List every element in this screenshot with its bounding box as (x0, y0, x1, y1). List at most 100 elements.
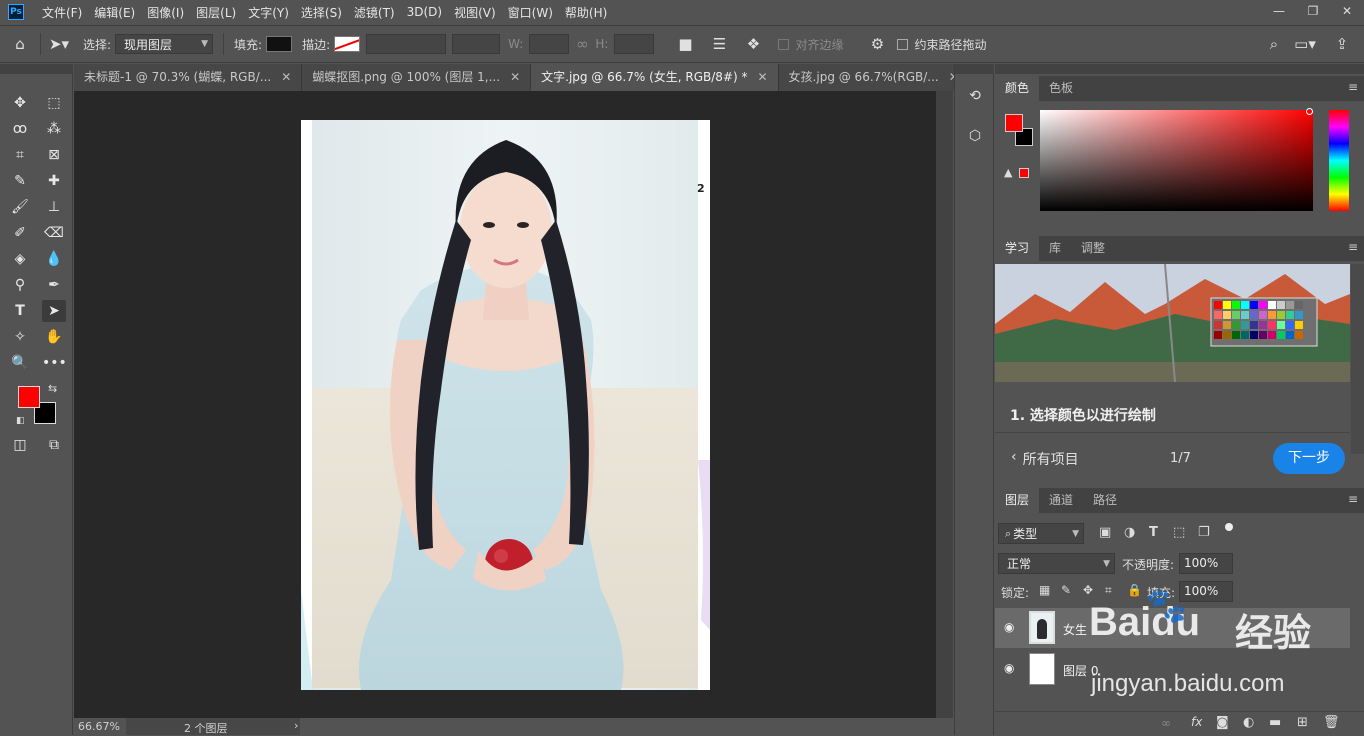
lock-position-icon[interactable]: ✥ (1083, 583, 1093, 597)
move-tool-icon[interactable]: ✥ (8, 92, 32, 114)
minimize-button[interactable]: — (1262, 0, 1296, 22)
fill-input[interactable]: 100% (1179, 581, 1233, 602)
document-canvas[interactable]: 2 (301, 120, 710, 690)
path-operations-icon[interactable]: ■ (668, 35, 702, 53)
panel-grip[interactable] (995, 64, 1364, 74)
close-icon[interactable]: ✕ (281, 64, 291, 91)
learn-scrollbar[interactable] (1351, 264, 1364, 454)
menu-view[interactable]: 视图(V) (448, 4, 502, 21)
adjustment-layer-icon[interactable]: ◐ (1243, 715, 1254, 730)
tab-libraries[interactable]: 库 (1039, 236, 1071, 261)
close-window-button[interactable]: ✕ (1330, 0, 1364, 22)
3d-icon[interactable]: ⬡ (965, 128, 985, 148)
search-icon[interactable]: ⌕ (1262, 35, 1286, 53)
add-mask-icon[interactable]: ◙ (1216, 715, 1229, 730)
share-icon[interactable]: ⇪ (1328, 35, 1356, 53)
screen-mode-icon[interactable]: ⧉ (42, 434, 66, 456)
stroke-width-input[interactable] (366, 34, 447, 54)
type-tool-icon[interactable]: T (8, 300, 32, 322)
lock-transparent-icon[interactable]: ▦ (1039, 583, 1050, 597)
constrain-path-checkbox[interactable] (897, 38, 909, 50)
menu-help[interactable]: 帮助(H) (559, 4, 613, 21)
link-icon[interactable]: ∞ (569, 35, 595, 53)
marquee-tool-icon[interactable]: ⬚ (42, 92, 66, 114)
color-field[interactable] (1040, 110, 1313, 211)
healing-brush-tool-icon[interactable]: ✚ (42, 170, 66, 192)
tab-girl-jpg[interactable]: 女孩.jpg @ 66.7%(RGB/...✕ (778, 64, 970, 91)
swap-colors-icon[interactable]: ⇆ (48, 382, 57, 395)
quick-mask-icon[interactable]: ◫ (8, 434, 32, 456)
width-input[interactable] (529, 34, 570, 54)
frame-tool-icon[interactable]: ⊠ (42, 144, 66, 166)
filter-shape-icon[interactable]: ⬚ (1173, 525, 1185, 540)
hue-slider[interactable] (1329, 110, 1349, 211)
link-layers-icon[interactable]: ∞ (1161, 716, 1171, 730)
gamut-swatch[interactable] (1019, 168, 1029, 178)
fill-swatch[interactable] (266, 36, 293, 52)
close-icon[interactable]: ✕ (510, 64, 520, 91)
menu-window[interactable]: 窗口(W) (502, 4, 559, 21)
pen-tool-icon[interactable]: ✒ (42, 274, 66, 296)
tab-channels[interactable]: 通道 (1039, 488, 1083, 513)
path-select-tool-icon[interactable]: ➤▾ (41, 35, 77, 53)
canvas-area[interactable]: 2 (74, 91, 936, 718)
stroke-type-dropdown[interactable] (452, 34, 501, 54)
menu-edit[interactable]: 编辑(E) (88, 4, 141, 21)
default-colors-icon[interactable]: ◧ (16, 416, 25, 426)
tab-layers[interactable]: 图层 (995, 488, 1040, 513)
new-group-icon[interactable]: ▬ (1269, 715, 1281, 730)
history-brush-tool-icon[interactable]: ✐ (8, 222, 32, 244)
layer-row[interactable]: ◉ 图层 0 (995, 649, 1350, 689)
panel-menu-icon[interactable]: ≡ (1348, 80, 1358, 94)
home-icon[interactable]: ⌂ (0, 35, 40, 53)
dock-grip[interactable] (955, 64, 994, 74)
hand-tool-icon[interactable]: ✋ (42, 326, 66, 348)
status-menu-arrow[interactable]: › (294, 719, 298, 732)
zoom-tool-icon[interactable]: 🔍 (8, 352, 32, 374)
path-arrangement-icon[interactable]: ❖ (736, 35, 770, 53)
menu-layer[interactable]: 图层(L) (190, 4, 242, 21)
eye-icon[interactable]: ◉ (1004, 661, 1014, 675)
layer-row[interactable]: ◉ 女生 (995, 608, 1350, 648)
eye-icon[interactable]: ◉ (1004, 620, 1014, 634)
tab-paths[interactable]: 路径 (1083, 488, 1127, 513)
tab-butterfly[interactable]: 蝴蝶抠图.png @ 100% (图层 1,... ✕ (302, 64, 532, 91)
lasso-tool-icon[interactable]: ꝏ (8, 118, 32, 140)
dodge-tool-icon[interactable]: ⚲ (8, 274, 32, 296)
lock-artboard-icon[interactable]: ⌗ (1105, 583, 1112, 598)
restore-button[interactable]: ❐ (1296, 0, 1330, 22)
menu-filter[interactable]: 滤镜(T) (348, 4, 401, 21)
menu-type[interactable]: 文字(Y) (242, 4, 295, 21)
warning-icon[interactable]: ▲ (1004, 166, 1012, 179)
eyedropper-tool-icon[interactable]: ✎ (8, 170, 32, 192)
workspace-icon[interactable]: ▭▾ (1290, 35, 1320, 53)
blend-mode-dropdown[interactable]: 正常 ▼ (998, 553, 1115, 574)
stroke-swatch[interactable] (334, 36, 361, 52)
color-fg-swatch[interactable] (1005, 114, 1023, 132)
align-edges-checkbox[interactable] (778, 38, 790, 50)
vertical-scrollbar[interactable] (936, 91, 953, 718)
trash-icon[interactable]: 🗑 (1323, 715, 1340, 730)
fx-icon[interactable]: fx (1191, 715, 1202, 729)
clone-stamp-tool-icon[interactable]: ⊥ (42, 196, 66, 218)
panel-menu-icon[interactable]: ≡ (1348, 240, 1358, 254)
tab-learn[interactable]: 学习 (995, 236, 1040, 261)
path-selection-tool-icon[interactable]: ➤ (42, 300, 66, 322)
menu-select[interactable]: 选择(S) (295, 4, 348, 21)
color-picker-marker[interactable] (1306, 108, 1313, 115)
eraser-tool-icon[interactable]: ⌫ (42, 222, 66, 244)
history-icon[interactable]: ⟲ (965, 88, 985, 108)
filter-pixel-icon[interactable]: ▣ (1099, 525, 1111, 540)
menu-3d[interactable]: 3D(D) (401, 5, 448, 19)
foreground-color-swatch[interactable] (18, 386, 40, 408)
filter-toggle-icon[interactable] (1225, 523, 1233, 531)
gear-icon[interactable]: ⚙ (857, 35, 897, 53)
toolbar-grip[interactable] (0, 64, 73, 74)
path-alignment-icon[interactable]: ☰ (702, 35, 736, 53)
doc-info-area[interactable]: 2 个图层 (126, 718, 300, 735)
custom-shape-tool-icon[interactable]: ✧ (8, 326, 32, 348)
crop-tool-icon[interactable]: ⌗ (8, 144, 32, 166)
brush-tool-icon[interactable]: 🖌 (8, 196, 32, 218)
layer-filter-dropdown[interactable]: ⌕ 类型 ▼ (998, 523, 1084, 544)
zoom-level[interactable]: 66.67% (78, 720, 120, 733)
